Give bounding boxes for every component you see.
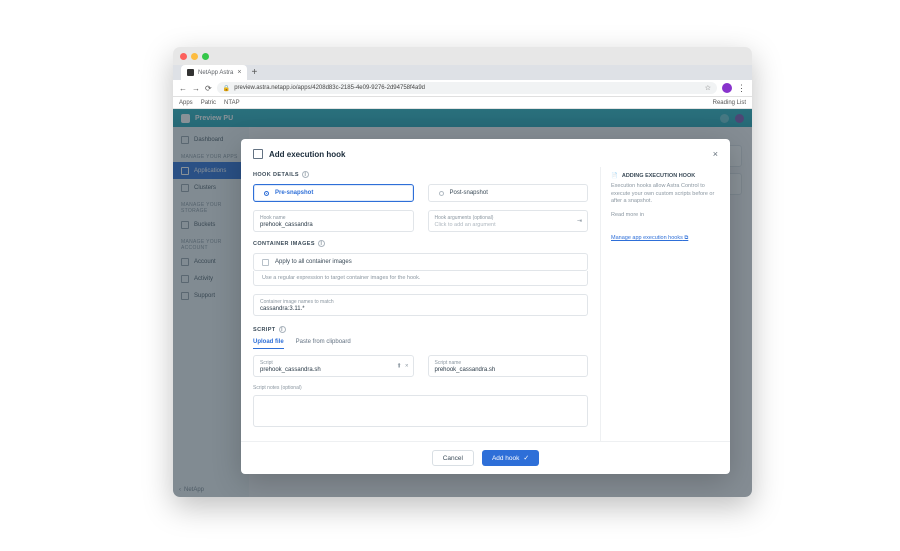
hook-type-pre[interactable]: Pre-snapshot <box>253 184 414 202</box>
side-title: 📄 ADDING EXECUTION HOOK <box>611 173 720 179</box>
modal-body: HOOK DETAILSi Pre-snapshot Post-snapshot… <box>241 167 730 441</box>
close-icon[interactable]: × <box>713 149 718 159</box>
modal-title: Add execution hook <box>269 150 345 159</box>
section-hook-details: HOOK DETAILSi <box>253 171 588 178</box>
field-placeholder: Click to add an argument <box>435 222 582 228</box>
field-value: prehook_cassandra.sh <box>435 367 582 373</box>
section-script: SCRIPTi <box>253 326 588 333</box>
info-icon[interactable]: i <box>279 326 286 333</box>
tab-paste-clipboard[interactable]: Paste from clipboard <box>296 339 351 349</box>
cancel-button[interactable]: Cancel <box>432 450 474 466</box>
section-label: SCRIPT <box>253 327 276 333</box>
radio-icon <box>439 191 444 196</box>
manage-hooks-link[interactable]: Manage app execution hooks ⧉ <box>611 235 688 241</box>
button-label: Cancel <box>443 455 463 462</box>
hook-arguments-input[interactable]: Hook arguments (optional) Click to add a… <box>428 210 589 232</box>
minimize-window-icon[interactable] <box>191 53 198 60</box>
back-icon[interactable]: ← <box>179 84 187 93</box>
browser-window: NetApp Astra × + ← → ⟳ 🔒 preview.astra.n… <box>173 47 752 497</box>
hook-name-input[interactable]: Hook name prehook_cassandra <box>253 210 414 232</box>
image-match-input[interactable]: Container image names to match cassandra… <box>253 294 588 316</box>
field-label: Script name <box>435 360 582 366</box>
upload-icon[interactable]: ⇥ <box>577 218 582 225</box>
close-window-icon[interactable] <box>180 53 187 60</box>
profile-avatar[interactable] <box>722 83 732 93</box>
info-icon[interactable]: i <box>318 240 325 247</box>
tab-strip: NetApp Astra × + <box>173 65 752 80</box>
close-tab-icon[interactable]: × <box>237 69 241 76</box>
script-notes-textarea[interactable] <box>253 395 588 427</box>
mac-titlebar <box>173 47 752 65</box>
side-readmore: Read more in <box>611 212 720 220</box>
modal-left-column: HOOK DETAILSi Pre-snapshot Post-snapshot… <box>241 167 600 441</box>
section-label: HOOK DETAILS <box>253 172 299 178</box>
side-title-text: ADDING EXECUTION HOOK <box>622 173 695 179</box>
info-icon[interactable]: i <box>302 171 309 178</box>
field-label: Container image names to match <box>260 299 581 305</box>
browser-tab[interactable]: NetApp Astra × <box>181 65 247 80</box>
app-root: Preview PU Dashboard MANAGE YOUR APPS Ap… <box>173 109 752 497</box>
checkbox-label: Apply to all container images <box>275 259 352 265</box>
reload-icon[interactable]: ⟳ <box>205 84 212 93</box>
field-label: Hook arguments (optional) <box>435 215 582 221</box>
segment-label: Pre-snapshot <box>275 190 313 196</box>
script-name-input[interactable]: Script name prehook_cassandra.sh <box>428 355 589 377</box>
side-description: Execution hooks allow Astra Control to e… <box>611 183 720 206</box>
tab-title: NetApp Astra <box>198 70 233 76</box>
maximize-window-icon[interactable] <box>202 53 209 60</box>
modal-footer: Cancel Add hook ✓ <box>241 441 730 474</box>
modal-sidebar: 📄 ADDING EXECUTION HOOK Execution hooks … <box>600 167 730 441</box>
lock-icon: 🔒 <box>223 85 230 92</box>
section-container-images: CONTAINER IMAGESi <box>253 240 588 247</box>
hook-icon <box>253 149 263 159</box>
bookmark-apps[interactable]: Apps <box>179 100 193 106</box>
upload-clear-icons[interactable]: ⬆ × <box>397 363 409 370</box>
script-file-input[interactable]: Script prehook_cassandra.sh ⬆ × <box>253 355 414 377</box>
field-value: prehook_cassandra.sh <box>260 367 407 373</box>
hook-type-post[interactable]: Post-snapshot <box>428 184 589 202</box>
apply-all-checkbox-row[interactable]: Apply to all container images <box>253 253 588 271</box>
hook-type-segment: Pre-snapshot Post-snapshot <box>253 184 588 202</box>
link-text: Manage app execution hooks <box>611 235 683 241</box>
url-text: preview.astra.netapp.io/apps/4208d83c-21… <box>234 85 425 91</box>
reading-list-button[interactable]: Reading List <box>713 100 746 106</box>
button-label: Add hook <box>492 455 519 462</box>
regex-hint-text: Use a regular expression to target conta… <box>253 271 588 286</box>
browser-menu-icon[interactable]: ⋮ <box>737 83 746 94</box>
bookmark-item[interactable]: NTAP <box>224 100 240 106</box>
omnibox[interactable]: 🔒 preview.astra.netapp.io/apps/4208d83c-… <box>217 82 717 94</box>
bookmark-star-icon[interactable]: ☆ <box>705 84 711 92</box>
bookmark-item[interactable]: Patric <box>201 100 216 106</box>
address-bar-row: ← → ⟳ 🔒 preview.astra.netapp.io/apps/420… <box>173 80 752 97</box>
checkbox-icon <box>262 259 269 266</box>
add-execution-hook-modal: Add execution hook × HOOK DETAILSi Pre-s… <box>241 139 730 474</box>
script-source-tabs: Upload file Paste from clipboard <box>253 339 588 349</box>
section-label: CONTAINER IMAGES <box>253 241 315 247</box>
radio-icon <box>264 191 269 196</box>
tab-upload-file[interactable]: Upload file <box>253 339 284 349</box>
field-value: cassandra:3.11.* <box>260 306 581 312</box>
notes-label: Script notes (optional) <box>253 385 588 391</box>
bookmarks-bar: Apps Patric NTAP Reading List <box>173 97 752 109</box>
segment-label: Post-snapshot <box>450 190 488 196</box>
forward-icon[interactable]: → <box>192 84 200 93</box>
add-hook-button[interactable]: Add hook ✓ <box>482 450 539 466</box>
field-label: Script <box>260 360 407 366</box>
field-value: prehook_cassandra <box>260 222 407 228</box>
favicon-icon <box>187 69 194 76</box>
modal-header: Add execution hook × <box>241 139 730 167</box>
field-label: Hook name <box>260 215 407 221</box>
new-tab-button[interactable]: + <box>251 67 257 78</box>
check-icon: ✓ <box>523 454 529 462</box>
